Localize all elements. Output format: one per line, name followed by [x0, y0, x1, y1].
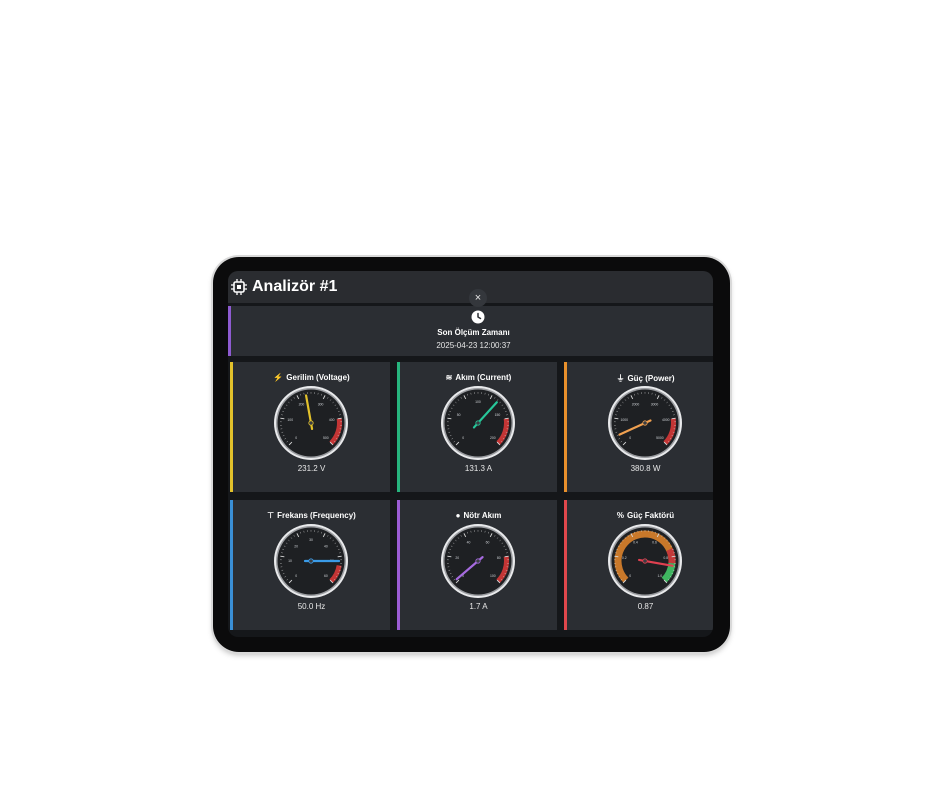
gauge-tick-label: 200	[299, 402, 305, 406]
gauge-title: ⚡ Gerilim (Voltage)	[233, 373, 390, 382]
gauge-title: % Güç Faktörü	[567, 511, 713, 520]
gauge-tick-label: 500	[323, 436, 329, 440]
gauge-tick-label: 1000	[620, 418, 628, 422]
gauge-dial: 0102030405060	[274, 524, 348, 598]
gauge-tick-label: 0	[629, 574, 631, 578]
gauge-tick-label: 0.8	[663, 556, 668, 560]
last-measurement-time: 2025-04-23 12:00:37	[436, 341, 511, 350]
drop-icon: ●	[455, 511, 461, 520]
gauge-tick-label: 100	[287, 418, 293, 422]
gauge-tick-label: 80	[497, 556, 501, 560]
gauge-tick	[671, 417, 676, 420]
page-title: Analizör #1	[252, 278, 338, 295]
gauge-tick-label: 20	[294, 544, 298, 548]
gauge-tick-label: 30	[309, 538, 313, 542]
gauge-tick	[614, 555, 619, 558]
gauge-hub	[642, 420, 648, 426]
lightning-icon: ⚡	[273, 373, 284, 382]
gauge-title-text: Nötr Akım	[463, 511, 502, 520]
gauge-tick	[671, 555, 676, 558]
current-icon: ≋	[445, 373, 453, 382]
gauge-title-text: Akım (Current)	[455, 373, 512, 382]
gauge-tick-label: 300	[318, 402, 324, 406]
gauge-tick	[447, 417, 452, 420]
gauge-tick	[504, 555, 509, 558]
gauge-card-current: ≋ Akım (Current) 0 50 100 150 200 131.3 A	[397, 362, 557, 492]
gauge-card-power_factor: % Güç Faktörü 0 0.2 0.4 0.6 0.8 1.0 0.87	[564, 500, 713, 630]
gauge-tick-label: 0.2	[622, 556, 627, 560]
gauge-tick-label: 200	[490, 436, 496, 440]
gauge-title: ⏚ Güç (Power)	[567, 373, 713, 384]
gauge-tick-label: 10	[288, 559, 292, 563]
gauge-hub	[642, 558, 648, 564]
gauge-title-text: Güç (Power)	[627, 374, 675, 383]
gauge-dial: 02040 6080100	[441, 524, 515, 598]
tablet-frame: Analizör #1 × Son Ölçüm Zamanı 2025-04-2…	[213, 257, 730, 652]
gauge-dial: 0 0.2 0.4 0.6 0.8 1.0	[608, 524, 682, 598]
gauge-title-text: Güç Faktörü	[627, 511, 675, 520]
gauge-tick	[447, 555, 452, 558]
gauge-card-power: ⏚ Güç (Power) 0 1000 2000 3000 4000 5000 380.8 W	[564, 362, 713, 492]
percent-icon: %	[616, 511, 624, 520]
gauge-tick-label: 50	[457, 413, 461, 417]
gauge-tick-label: 2000	[632, 402, 640, 406]
gauge-tick-label: 100	[475, 400, 481, 404]
gauge-tick-label: 0	[295, 574, 297, 578]
gauge-tick	[504, 417, 509, 420]
gauge-tick-label: 0	[629, 436, 631, 440]
gauge-hub	[308, 420, 314, 426]
gauge-value: 1.7 A	[469, 602, 488, 611]
gauge-tick	[337, 555, 342, 558]
gauge-hub	[475, 420, 481, 426]
plug-icon: ⏚	[616, 374, 625, 383]
gauge-card-voltage: ⚡ Gerilim (Voltage) 0 100 200 300 400 500 231.2 …	[230, 362, 390, 492]
gauge-band-red	[666, 548, 676, 564]
clock-icon	[471, 310, 485, 324]
last-measurement-card: Son Ölçüm Zamanı 2025-04-23 12:00:37	[228, 306, 713, 356]
gauge-tick-label: 400	[329, 418, 335, 422]
gauge-tick	[280, 555, 285, 558]
gauge-title: ⊤ Frekans (Frequency)	[233, 511, 390, 520]
gauge-value: 50.0 Hz	[297, 602, 326, 611]
gauge-tick-label: 3000	[651, 402, 659, 406]
gauge-card-frequency: ⊤Frekans (Frequency)010203040506050.0 Hz	[230, 500, 390, 630]
gauge-value: 0.87	[637, 602, 654, 611]
gauge-title-text: Frekans (Frequency)	[277, 511, 356, 520]
gauge-tick-label: 40	[324, 544, 328, 548]
gauge-value: 231.2 V	[297, 464, 326, 473]
gauge-tick-label: 150	[495, 413, 501, 417]
gauge-tick	[337, 417, 342, 420]
gauge-tick	[614, 417, 619, 420]
gauge-dial: 0 100 200 300 400 500	[274, 386, 348, 460]
gauge-card-neutral: ● Nötr Akım 0 20 40 60 80 100 1.7 A	[397, 500, 557, 630]
gauge-tick-label: 0	[295, 436, 297, 440]
gauge-dial: 0 50 100 150 200	[441, 386, 515, 460]
gauge-tick-label: 60	[486, 540, 490, 544]
antenna-icon: ⊤	[267, 511, 275, 520]
gauge-tick-label: 1.0	[657, 574, 662, 578]
gauge-dial: 0 1000 2000 3000 4000 5000	[608, 386, 682, 460]
gauge-tick-label: 0.4	[633, 540, 638, 544]
gauge-hub	[308, 558, 314, 564]
gauge-title: ● Nötr Akım	[400, 511, 557, 520]
gauge-tick-label: 60	[324, 574, 328, 578]
close-button[interactable]: ×	[469, 289, 487, 307]
gauge-hub	[475, 558, 481, 564]
chip-icon	[231, 279, 247, 295]
gauge-tick-label: 40	[467, 540, 471, 544]
gauge-tick	[280, 417, 285, 420]
gauge-tick-label: 20	[455, 556, 459, 560]
gauge-tick-label: 100	[490, 574, 496, 578]
gauge-title: ≋ Akım (Current)	[400, 373, 557, 382]
gauge-tick-label: 0.6	[652, 540, 657, 544]
gauge-title-text: Gerilim (Voltage)	[286, 373, 350, 382]
gauge-tick-label: 0	[462, 436, 464, 440]
gauge-tick-label: 4000	[662, 418, 670, 422]
last-measurement-label: Son Ölçüm Zamanı	[437, 328, 510, 337]
gauge-value: 131.3 A	[464, 464, 493, 473]
app-screen: Analizör #1 × Son Ölçüm Zamanı 2025-04-2…	[228, 271, 713, 637]
gauge-tick-label: 5000	[656, 436, 664, 440]
gauge-value: 380.8 W	[630, 464, 661, 473]
